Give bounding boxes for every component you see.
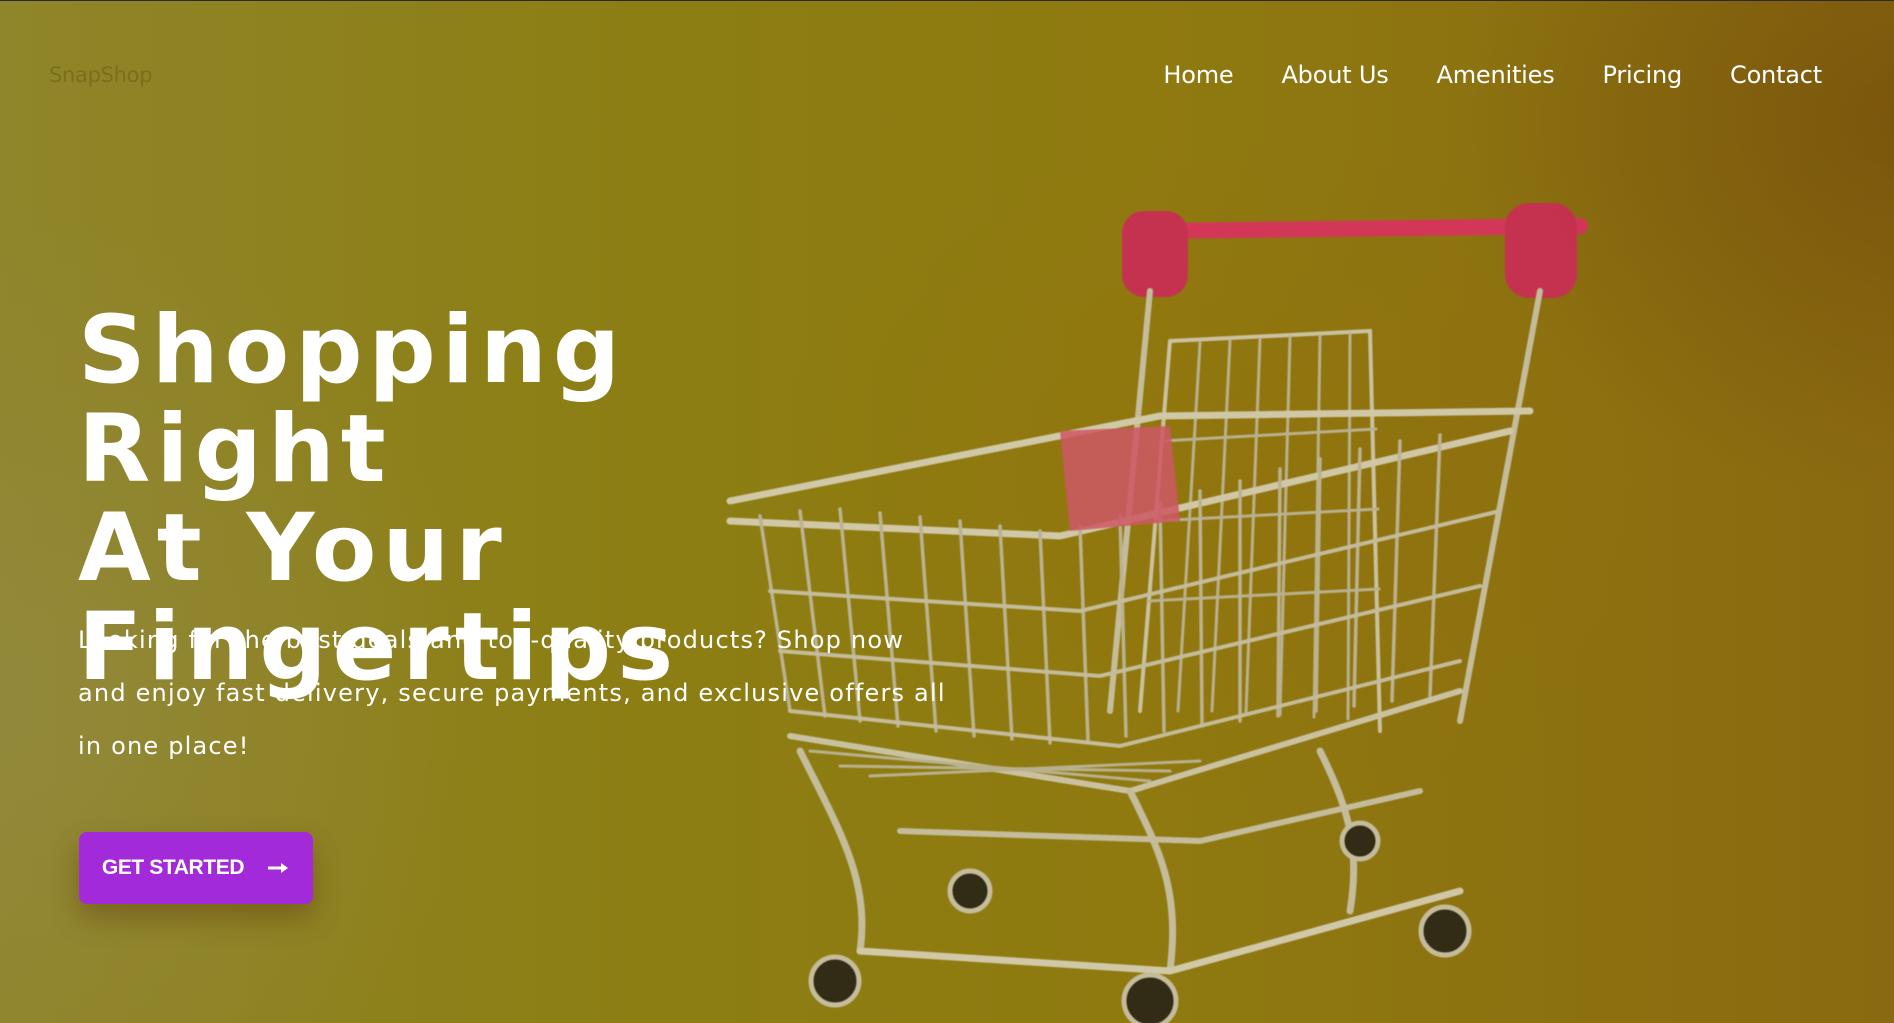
nav-item-pricing[interactable]: Pricing xyxy=(1603,61,1683,89)
arrow-right-icon xyxy=(268,863,289,873)
top-navigation: SnapShop Home About Us Amenities Pricing… xyxy=(0,59,1894,99)
hero-section: SnapShop Home About Us Amenities Pricing… xyxy=(0,0,1894,1023)
get-started-button[interactable]: GET STARTED xyxy=(79,832,313,904)
nav-item-home[interactable]: Home xyxy=(1163,61,1233,89)
nav-item-amenities[interactable]: Amenities xyxy=(1437,61,1555,89)
nav-menu: Home About Us Amenities Pricing Contact xyxy=(1163,61,1822,89)
hero-headline-line-2: At Your xyxy=(78,494,508,603)
get-started-label: GET STARTED xyxy=(101,856,245,879)
hero-description: Looking for the best deals and top-quali… xyxy=(78,626,946,760)
brand-logo[interactable]: SnapShop xyxy=(49,63,153,87)
nav-item-contact[interactable]: Contact xyxy=(1730,61,1822,89)
nav-item-about-us[interactable]: About Us xyxy=(1281,61,1388,89)
hero-headline-line-1: Shopping Right xyxy=(78,296,627,504)
